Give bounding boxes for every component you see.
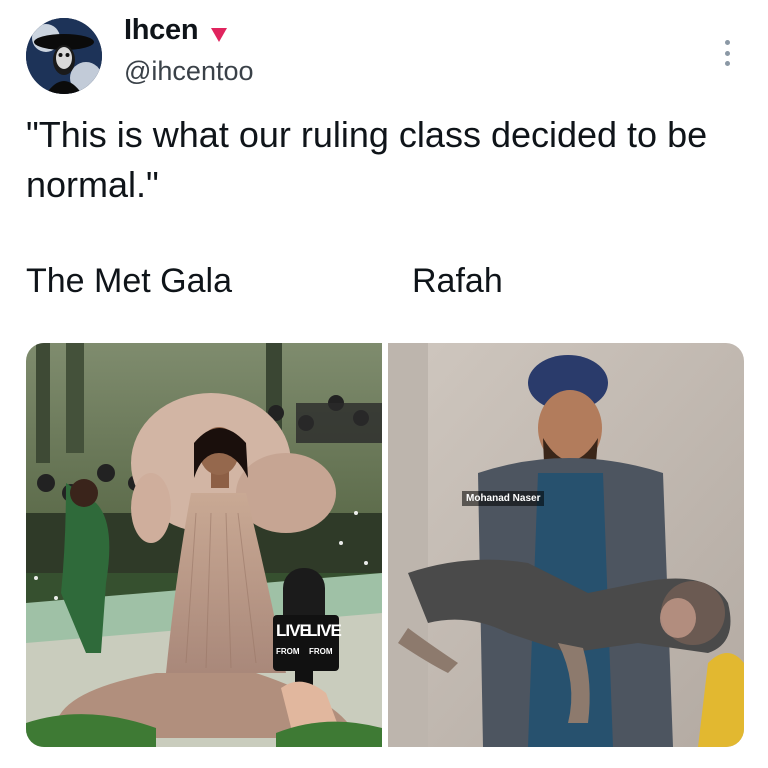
more-vertical-icon[interactable] [722, 40, 732, 66]
mic-logo-text-1: LIVE [276, 621, 311, 640]
mic-logo-text-2: LIVE [307, 621, 342, 640]
mic-logo-text-3: FROM [276, 647, 300, 656]
author-name-row[interactable]: Ihcen [124, 14, 230, 47]
author-handle[interactable]: @ihcentoo [124, 56, 254, 87]
met-gala-photo[interactable]: LIVE LIVE FROM FROM [26, 343, 382, 747]
avatar[interactable] [26, 18, 102, 94]
rafah-photo[interactable]: Mohanad Naser [388, 343, 744, 747]
tweet-card: Ihcen @ihcentoo "This is what our ruling… [0, 0, 768, 768]
red-triangle-icon [208, 20, 230, 42]
author-display-name[interactable]: Ihcen [124, 14, 199, 47]
tweet-text: "This is what our ruling class decided t… [26, 114, 708, 205]
live-from-mic-logo: LIVE LIVE FROM FROM [273, 615, 342, 671]
caption-rafah: Rafah [412, 262, 503, 300]
photo-watermark: Mohanad Naser [462, 491, 545, 506]
caption-met-gala: The Met Gala [26, 262, 232, 300]
mic-logo-text-4: FROM [309, 647, 333, 656]
